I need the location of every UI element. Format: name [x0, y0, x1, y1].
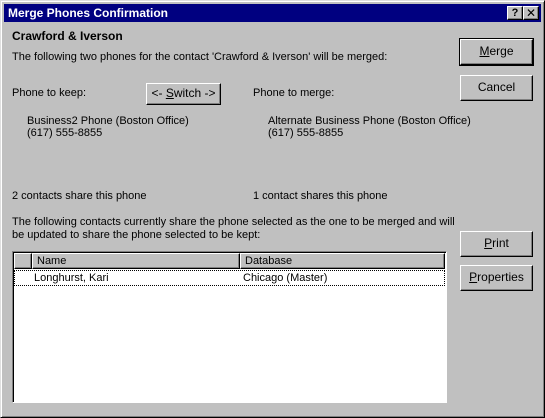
- switch-label-suffix: witch ->: [173, 86, 216, 100]
- print-button[interactable]: Print: [460, 231, 533, 257]
- column-header-database[interactable]: Database: [240, 253, 445, 269]
- print-label-rest: rint: [492, 236, 509, 250]
- phone-to-keep-label: Phone to keep:: [12, 87, 87, 99]
- column-header-icon[interactable]: [14, 253, 32, 269]
- merge-phone-name: Alternate Business Phone (Boston Office): [268, 115, 471, 127]
- merge-label-accel: M: [479, 44, 490, 58]
- properties-label-accel: P: [469, 270, 478, 284]
- close-button[interactable]: ✕: [523, 6, 539, 20]
- merge-phone-number: (617) 555-8855: [268, 127, 344, 139]
- help-button[interactable]: ?: [507, 6, 523, 20]
- properties-label-rest: roperties: [477, 270, 524, 284]
- switch-label-prefix: <-: [151, 86, 166, 100]
- print-label-accel: P: [484, 236, 493, 250]
- shared-contacts-list[interactable]: Name Database Longhurst, Kari Chicago (M…: [12, 251, 447, 403]
- contact-name: Crawford & Iverson: [12, 29, 123, 43]
- keep-phone-number: (617) 555-8855: [27, 127, 103, 139]
- title-bar[interactable]: Merge Phones Confirmation ? ✕: [4, 4, 541, 22]
- list-item-name: Longhurst, Kari: [34, 272, 109, 284]
- switch-label-accel: S: [165, 86, 174, 100]
- dialog-title: Merge Phones Confirmation: [8, 6, 169, 20]
- properties-button[interactable]: Properties: [460, 265, 533, 291]
- explanation-line-1: The following contacts currently share t…: [12, 216, 455, 228]
- cancel-label: Cancel: [477, 80, 516, 94]
- cancel-button[interactable]: Cancel: [460, 75, 533, 101]
- merge-button[interactable]: Merge: [459, 38, 534, 66]
- column-header-name[interactable]: Name: [32, 253, 240, 269]
- explanation-line-2: be updated to share the phone selected t…: [12, 229, 261, 241]
- switch-button[interactable]: <- Switch ->: [146, 83, 221, 105]
- merge-phones-dialog: Merge Phones Confirmation ? ✕ Crawford &…: [0, 0, 545, 418]
- merge-label-rest: erge: [489, 44, 514, 58]
- phone-to-merge-label: Phone to merge:: [253, 87, 335, 99]
- list-item[interactable]: Longhurst, Kari Chicago (Master): [14, 270, 445, 286]
- list-item-database: Chicago (Master): [243, 272, 328, 284]
- merge-description: The following two phones for the contact…: [12, 51, 388, 63]
- merge-share-count: 1 contact shares this phone: [253, 190, 388, 202]
- keep-share-count: 2 contacts share this phone: [12, 190, 147, 202]
- keep-phone-name: Business2 Phone (Boston Office): [27, 115, 189, 127]
